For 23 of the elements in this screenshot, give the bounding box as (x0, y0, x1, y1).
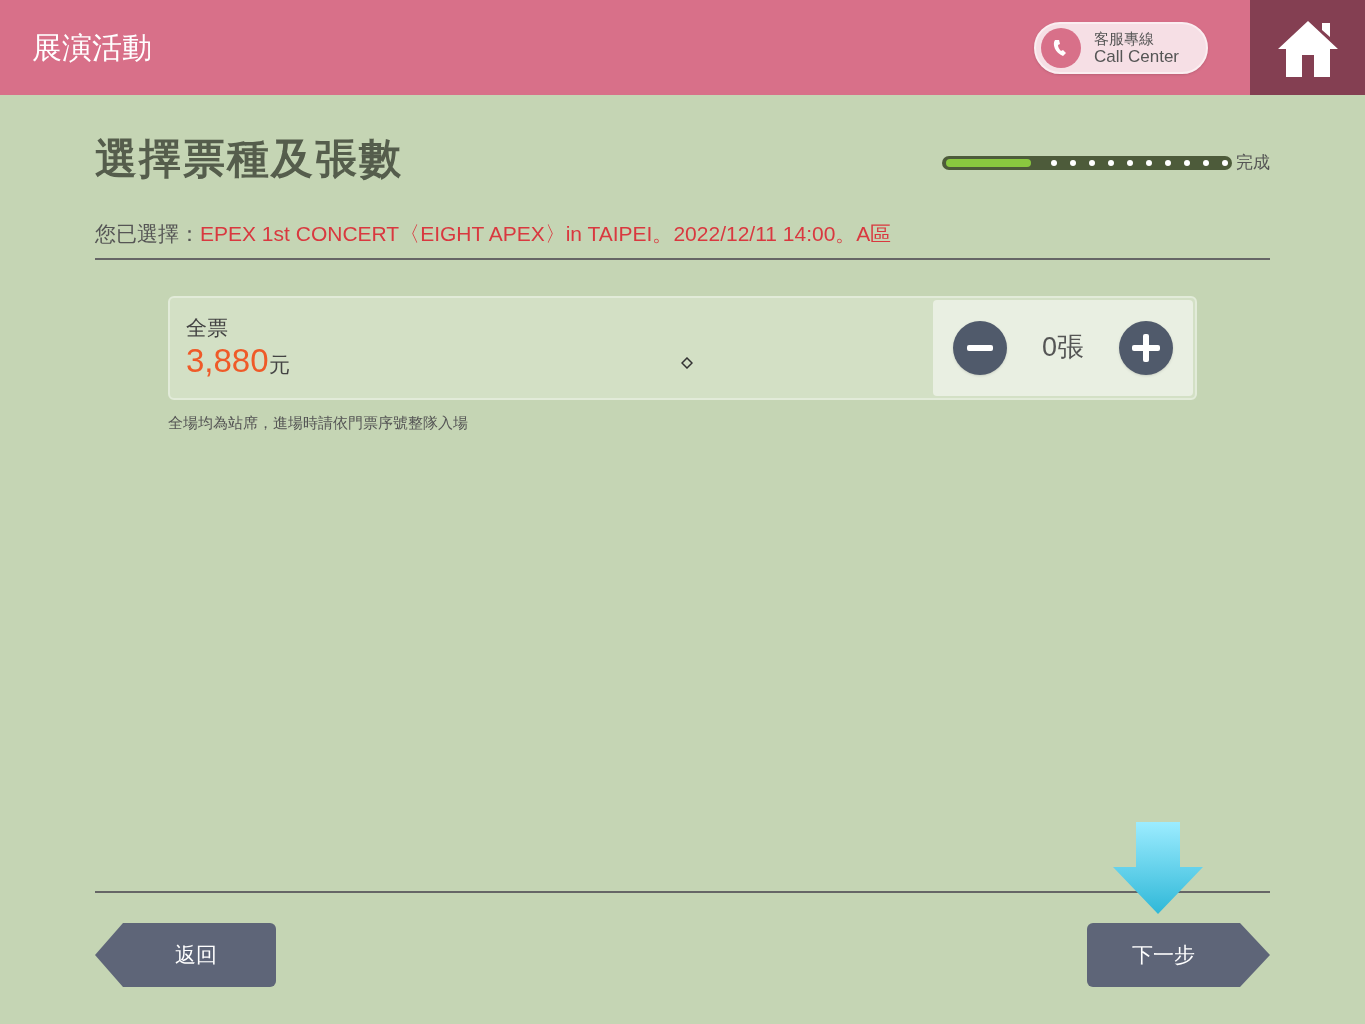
page-title: 選擇票種及張數 (95, 134, 403, 184)
progress-label: 完成 (1236, 151, 1270, 174)
home-button[interactable] (1250, 0, 1365, 95)
down-arrow-icon (1113, 822, 1203, 914)
quantity-value: 0張 (1042, 331, 1084, 365)
call-center-button[interactable]: 客服專線 Call Center (1034, 21, 1208, 74)
call-center-label: 客服專線 (1094, 29, 1155, 48)
selection-value: EPEX 1st CONCERT〈EIGHT APEX〉in TAIPEI。2022/12/11 14:00。A區 (200, 221, 892, 247)
note-text: 全場均為站席，進場時請依門票序號整隊入場 (168, 412, 469, 433)
selection-label: 您已選擇： (95, 221, 200, 247)
plus-icon (1132, 333, 1160, 362)
back-button[interactable]: 返回 (95, 923, 276, 987)
minus-button[interactable] (953, 320, 1007, 375)
minus-icon (967, 344, 993, 351)
plus-button[interactable] (1119, 320, 1173, 375)
diamond-icon (681, 356, 693, 369)
phone-icon (1040, 26, 1082, 69)
app-title: 展演活動 (31, 30, 153, 66)
currency-label: 元 (268, 352, 290, 379)
ticket-price: 3,880 (186, 342, 269, 381)
ticket-type: 全票 (186, 315, 229, 342)
call-center-label: Call Center (1094, 47, 1180, 66)
next-button[interactable]: 下一步 (1087, 923, 1270, 987)
